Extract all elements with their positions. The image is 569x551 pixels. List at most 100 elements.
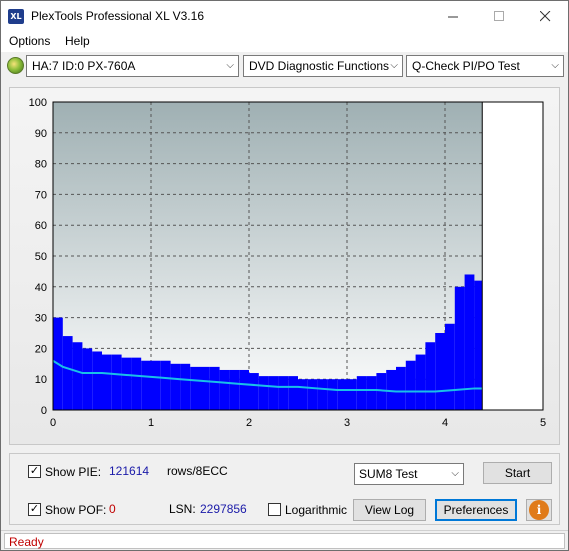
logarithmic-checkbox[interactable] — [268, 503, 281, 516]
pi-po-chart: 0 10 20 30 40 50 60 70 80 90 100 0 1 2 3 4 5 — [29, 97, 546, 429]
pi-bar — [347, 379, 357, 410]
sum-test-select-value: SUM8 Test — [359, 467, 418, 481]
minimize-icon — [447, 16, 458, 17]
pi-bar — [180, 363, 191, 410]
view-log-button-label: View Log — [364, 503, 415, 517]
y-tick-label: 30 — [35, 313, 47, 325]
pi-bar — [366, 376, 377, 410]
unscanned-region — [482, 102, 543, 410]
view-log-button[interactable]: View Log — [353, 499, 426, 521]
start-button[interactable]: Start — [483, 462, 552, 484]
pi-bar — [219, 369, 230, 410]
pi-bar — [405, 360, 416, 410]
drive-select[interactable]: HA:7 ID:0 PX-760A ⌵ — [26, 55, 239, 77]
drive-select-value: HA:7 ID:0 PX-760A — [32, 59, 136, 73]
test-select[interactable]: Q-Check PI/PO Test ⌵ — [406, 55, 564, 77]
status-text: Ready — [9, 535, 44, 549]
pi-bar — [288, 376, 298, 410]
function-select[interactable]: DVD Diagnostic Functions ⌵ — [243, 55, 403, 77]
y-tick-label: 10 — [35, 374, 47, 386]
pi-bar — [141, 360, 151, 410]
info-icon: i — [529, 500, 549, 520]
pi-bar — [435, 333, 445, 410]
lsn-value: 2297856 — [200, 502, 247, 516]
app-window: XL PlexTools Professional XL V3.16 Optio… — [0, 0, 569, 551]
x-tick-label: 0 — [50, 417, 56, 429]
pi-bar — [82, 348, 93, 410]
menu-options[interactable]: Options — [9, 34, 50, 48]
y-tick-label: 60 — [35, 220, 47, 232]
pi-bar — [200, 366, 210, 410]
window-title: PlexTools Professional XL V3.16 — [31, 9, 204, 23]
show-pie-label: Show PIE: — [45, 465, 102, 479]
pi-bar — [474, 280, 483, 410]
app-logo-icon: XL — [8, 9, 24, 24]
menu-bar: Options Help — [1, 31, 568, 52]
maximize-icon — [493, 10, 504, 21]
disc-drive-icon — [7, 57, 24, 74]
pi-bar — [72, 342, 83, 410]
x-tick-label: 1 — [148, 417, 154, 429]
sum-test-select[interactable]: SUM8 Test ⌵ — [354, 463, 464, 485]
test-select-value: Q-Check PI/PO Test — [412, 59, 520, 73]
controls-panel: ✓ Show PIE: 121614 rows/8ECC SUM8 Test ⌵… — [9, 453, 560, 525]
preferences-button-label: Preferences — [443, 503, 509, 517]
pi-bar — [160, 360, 171, 410]
y-tick-label: 90 — [35, 128, 47, 140]
pi-bar — [239, 369, 249, 410]
pi-bar — [170, 363, 181, 410]
status-field: Ready — [4, 533, 565, 549]
pi-bar — [268, 376, 279, 410]
y-tick-label: 70 — [35, 189, 47, 201]
close-icon — [539, 10, 550, 21]
x-tick-label: 5 — [540, 417, 546, 429]
pi-bar — [258, 376, 269, 410]
pi-bar — [131, 357, 142, 410]
pi-bar — [102, 354, 112, 410]
pi-bar — [425, 342, 436, 410]
chevron-down-icon: ⌵ — [451, 468, 459, 479]
y-tick-label: 40 — [35, 282, 47, 294]
pi-chart-panel: 0 10 20 30 40 50 60 70 80 90 100 0 1 2 3 4 5 — [9, 87, 560, 445]
chevron-down-icon: ⌵ — [226, 60, 234, 71]
pi-bar — [92, 351, 102, 410]
menu-help[interactable]: Help — [65, 34, 90, 48]
preferences-button[interactable]: Preferences — [435, 499, 517, 521]
maximize-button[interactable] — [476, 1, 522, 31]
pi-bar — [278, 376, 289, 410]
toolbar: HA:7 ID:0 PX-760A ⌵ DVD Diagnostic Funct… — [1, 52, 568, 80]
info-button[interactable]: i — [526, 499, 552, 521]
status-bar: Ready — [1, 530, 568, 550]
pi-bar — [209, 366, 220, 410]
pi-bar — [111, 354, 122, 410]
x-tick-label: 2 — [246, 417, 252, 429]
pi-bar — [121, 357, 132, 410]
y-tick-label: 80 — [35, 159, 47, 171]
pi-bar — [249, 373, 259, 410]
show-pof-checkbox[interactable]: ✓ — [28, 503, 41, 516]
chevron-down-icon: ⌵ — [551, 60, 559, 71]
show-pie-checkbox[interactable]: ✓ — [28, 465, 41, 478]
minimize-button[interactable] — [430, 1, 476, 31]
logarithmic-label: Logarithmic — [285, 503, 348, 517]
pi-bar — [307, 379, 318, 410]
pi-bar — [190, 366, 200, 410]
y-tick-label: 0 — [41, 405, 47, 417]
pi-bar — [317, 379, 328, 410]
pi-bar — [151, 360, 161, 410]
lsn-label: LSN: — [169, 502, 196, 516]
pi-bar — [415, 354, 426, 410]
y-tick-label: 100 — [29, 97, 47, 109]
pi-bar — [327, 379, 338, 410]
pi-bar — [298, 379, 308, 410]
chevron-down-icon: ⌵ — [390, 60, 398, 71]
pi-bar — [454, 286, 465, 410]
show-pof-label: Show POF: — [45, 503, 107, 517]
close-button[interactable] — [522, 1, 568, 31]
pi-bar — [356, 376, 367, 410]
start-button-label: Start — [504, 466, 531, 480]
pi-bar — [396, 366, 406, 410]
function-select-value: DVD Diagnostic Functions — [249, 59, 390, 73]
y-tick-label: 20 — [35, 343, 47, 355]
pi-bar — [445, 323, 455, 410]
